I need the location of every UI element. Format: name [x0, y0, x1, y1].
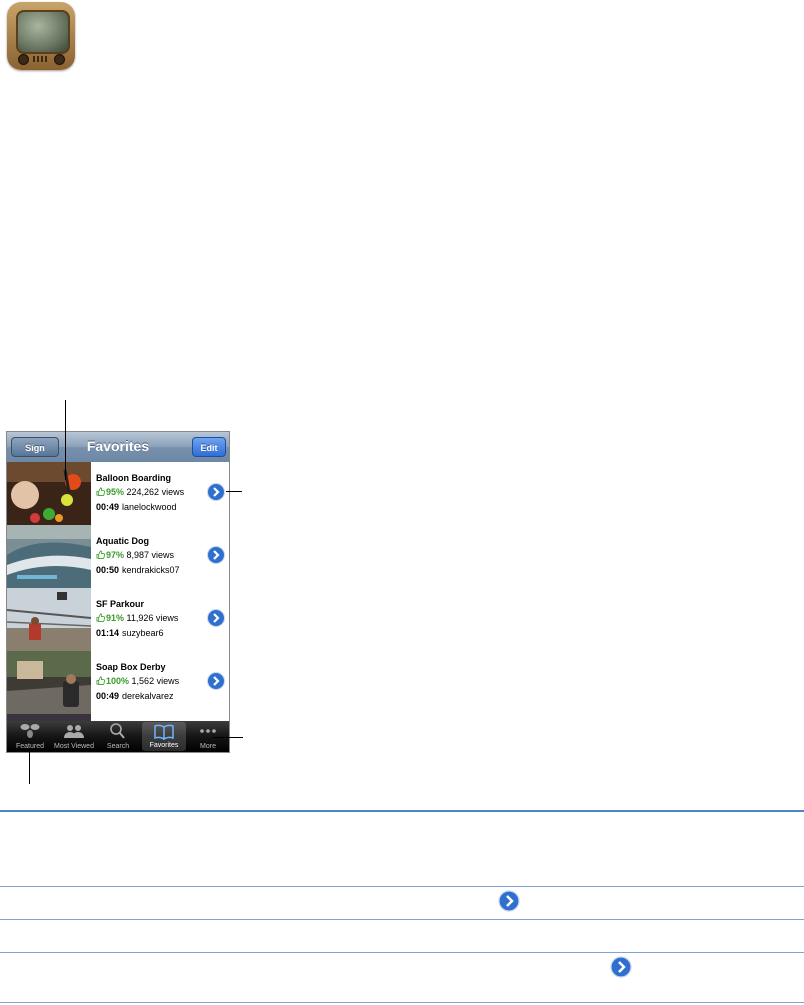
phone-screen: Sign Out Favorites Edit Balloon Boardi: [6, 431, 230, 753]
video-duration: 00:49: [96, 502, 120, 512]
video-stats: 100% 1,562 views: [96, 676, 179, 686]
view-count: 8,987 views: [126, 550, 175, 560]
tab-label: Featured: [15, 743, 45, 750]
thumbs-up-icon: [96, 487, 105, 496]
video-user: kendrakicks07: [122, 565, 180, 575]
tab-most-viewed[interactable]: Most Viewed: [52, 721, 96, 752]
tab-favorites[interactable]: Favorites: [142, 722, 186, 751]
navigation-bar: Sign Out Favorites Edit: [7, 432, 229, 473]
video-duration: 01:14: [96, 628, 120, 638]
video-stats: 97% 8,987 views: [96, 550, 174, 560]
detail-disclosure-icon[interactable]: [207, 483, 225, 501]
tab-label: More: [200, 743, 216, 750]
video-title: Aquatic Dog: [96, 536, 149, 546]
search-icon: [110, 723, 125, 739]
tab-label: Most Viewed: [54, 743, 94, 750]
video-title: SF Parkour: [96, 599, 145, 609]
callout-line-disclosure: [226, 491, 242, 492]
tab-featured[interactable]: Featured: [8, 721, 52, 752]
callout-line-featured: [29, 748, 30, 784]
tv-knob-right: [54, 54, 65, 65]
view-count: 1,562 views: [131, 676, 180, 686]
video-user: derekalvarez: [122, 691, 174, 701]
callout-line-more: [213, 737, 243, 738]
thumbs-up-icon: [96, 613, 105, 622]
video-meta: 00:49 lanelockwood: [96, 502, 177, 512]
video-row[interactable]: Balloon Boarding 95% 224,262 views 00:49…: [7, 462, 229, 526]
rating-percent: 100%: [106, 676, 130, 686]
view-count: 11,926 views: [126, 613, 179, 623]
table-row-divider: [0, 886, 804, 887]
tab-bar: Featured Most Viewed Search Favorites Mo…: [7, 721, 229, 752]
video-thumbnail[interactable]: [7, 462, 91, 525]
callout-line-thumbnail: [65, 400, 66, 480]
video-row[interactable]: Soap Box Derby 100% 1,562 views 00:49 der…: [7, 651, 229, 715]
table-top-rule: [0, 810, 804, 812]
table-row-divider: [0, 919, 804, 920]
tv-screen: [16, 10, 70, 54]
detail-disclosure-icon[interactable]: [207, 672, 225, 690]
table-row-divider: [0, 952, 804, 953]
detail-disclosure-icon[interactable]: [207, 546, 225, 564]
detail-disclosure-icon: [610, 956, 632, 978]
tv-knob-left: [18, 54, 29, 65]
video-thumbnail[interactable]: [7, 525, 91, 588]
video-meta: 00:50 kendrakicks07: [96, 565, 180, 575]
video-row[interactable]: SF Parkour 91% 11,926 views 01:14 suzybea…: [7, 588, 229, 652]
thumbs-up-icon: [96, 676, 105, 685]
thumbs-up-icon: [96, 550, 105, 559]
most-viewed-icon: [64, 725, 84, 738]
video-thumbnail[interactable]: [7, 588, 91, 651]
tab-label: Search: [106, 743, 130, 750]
tab-search[interactable]: Search: [96, 721, 140, 752]
video-title: Soap Box Derby: [96, 662, 166, 672]
rating-percent: 95%: [106, 487, 125, 497]
video-duration: 00:50: [96, 565, 120, 575]
rating-percent: 91%: [106, 613, 125, 623]
video-title: Balloon Boarding: [96, 473, 171, 483]
video-duration: 00:49: [96, 691, 120, 701]
table-row-divider: [0, 1002, 804, 1003]
youtube-app-icon: [7, 2, 75, 70]
tv-speaker: [33, 56, 49, 62]
detail-disclosure-icon[interactable]: [207, 609, 225, 627]
video-meta: 00:49 derekalvarez: [96, 691, 174, 701]
video-stats: 95% 224,262 views: [96, 487, 184, 497]
edit-button[interactable]: Edit: [192, 437, 226, 457]
video-user: lanelockwood: [122, 502, 177, 512]
video-stats: 91% 11,926 views: [96, 613, 178, 623]
video-row[interactable]: Aquatic Dog 97% 8,987 views 00:50 kendrak…: [7, 525, 229, 589]
view-count: 224,262 views: [126, 487, 185, 497]
video-thumbnail[interactable]: [7, 651, 91, 714]
tab-label: Favorites: [149, 742, 179, 749]
video-meta: 01:14 suzybear6: [96, 628, 164, 638]
detail-disclosure-icon: [498, 890, 520, 912]
rating-percent: 97%: [106, 550, 125, 560]
video-user: suzybear6: [122, 628, 164, 638]
featured-icon: [20, 724, 40, 738]
favorites-book-icon: [154, 724, 174, 740]
